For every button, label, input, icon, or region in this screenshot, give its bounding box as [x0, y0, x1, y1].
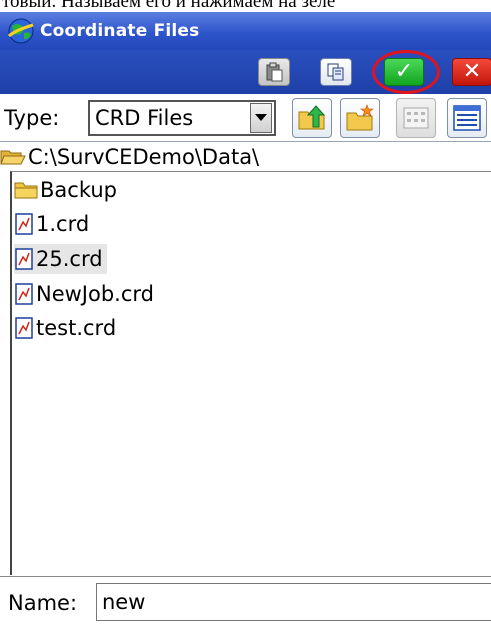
title-bar: Coordinate Files — [0, 12, 491, 50]
ok-button[interactable]: ✓ — [384, 58, 424, 86]
list-item-25-crd[interactable]: 25.crd — [14, 244, 107, 274]
name-label: Name: — [8, 591, 78, 615]
list-item-test-crd[interactable]: test.crd — [14, 313, 120, 343]
paste-button[interactable] — [258, 58, 290, 86]
crd-file-icon — [15, 213, 33, 235]
app-globe-icon — [8, 18, 34, 44]
copy-button[interactable] — [320, 58, 352, 86]
file-name: 25.crd — [36, 247, 103, 271]
details-view-button[interactable] — [447, 98, 487, 138]
list-view-button[interactable] — [396, 98, 436, 138]
window-title: Coordinate Files — [40, 21, 200, 41]
crd-file-icon — [15, 283, 33, 305]
file-name-input[interactable] — [96, 583, 491, 621]
list-view-icon — [403, 107, 429, 129]
file-name: NewJob.crd — [36, 282, 154, 306]
cancel-button[interactable]: ✕ — [452, 58, 491, 86]
check-icon: ✓ — [394, 59, 414, 84]
crd-file-icon — [15, 317, 33, 339]
crd-file-icon — [15, 248, 33, 270]
file-type-select[interactable]: CRD Files — [88, 100, 276, 136]
paste-icon — [266, 62, 283, 82]
name-row: Name: — [0, 577, 491, 627]
list-item-backup[interactable]: Backup — [14, 175, 121, 205]
new-folder-icon — [346, 104, 374, 131]
caption-line: товый. Называем его и нажимаем на зелё — [2, 0, 336, 12]
dropdown-arrow-button[interactable] — [250, 103, 272, 133]
file-type-value: CRD Files — [95, 106, 194, 130]
file-list[interactable]: Backup 1.crd 25.crd NewJob.crd test.crd — [10, 171, 491, 575]
current-path: C:\SurvCEDemo\Data\ — [0, 143, 491, 171]
details-view-icon — [453, 105, 481, 131]
folder-up-button[interactable] — [292, 98, 332, 138]
list-item-1-crd[interactable]: 1.crd — [14, 209, 93, 239]
type-row: Type: CRD Files — [0, 94, 491, 142]
copy-icon — [327, 63, 344, 81]
file-name: test.crd — [36, 316, 117, 340]
file-name: Backup — [40, 178, 117, 202]
caption-text: товый. Называем его и нажимаем на зелё — [0, 0, 491, 12]
path-text: C:\SurvCEDemo\Data\ — [28, 145, 260, 169]
folder-icon — [14, 182, 38, 199]
open-folder-icon — [0, 150, 26, 165]
new-folder-button[interactable] — [340, 98, 380, 138]
type-label: Type: — [4, 106, 60, 130]
list-item-newjob-crd[interactable]: NewJob.crd — [14, 279, 158, 309]
file-name: 1.crd — [36, 212, 90, 236]
folder-up-icon — [298, 105, 326, 130]
chevron-down-icon — [255, 114, 267, 121]
toolbar: ✓ ✕ — [0, 50, 491, 94]
close-icon: ✕ — [462, 59, 482, 84]
